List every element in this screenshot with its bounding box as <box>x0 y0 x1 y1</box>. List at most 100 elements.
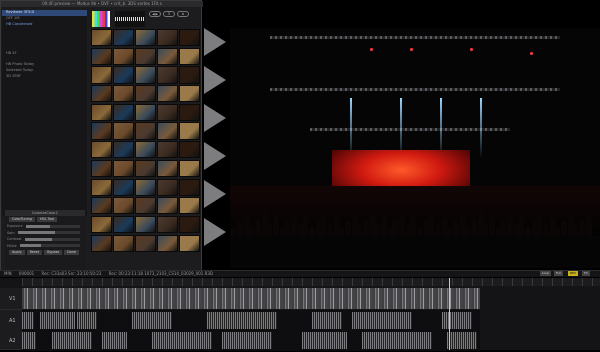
clip-thumbnail[interactable] <box>134 215 156 234</box>
clip-thumbnail[interactable] <box>178 215 200 234</box>
clip-thumbnail[interactable] <box>178 234 200 252</box>
clip-thumbnail[interactable] <box>91 122 112 140</box>
clip-thumbnail[interactable] <box>178 29 200 47</box>
audio-clip[interactable] <box>312 312 342 329</box>
done-button[interactable]: Done <box>64 249 80 255</box>
apply-button[interactable]: Apply <box>9 249 25 255</box>
track-header-a1[interactable]: A1 <box>0 310 22 332</box>
clip-thumbnail[interactable] <box>134 66 156 84</box>
clip-thumbnail[interactable] <box>112 159 134 178</box>
clip-thumbnail[interactable] <box>178 159 200 178</box>
clip-thumbnail[interactable] <box>91 178 112 196</box>
fx-button[interactable]: FX <box>582 271 590 276</box>
clip-thumbnail[interactable] <box>178 66 200 84</box>
playhead[interactable] <box>449 278 450 350</box>
full-button[interactable]: Full <box>554 271 564 276</box>
clip-thumbnail[interactable] <box>112 85 134 103</box>
clip-thumbnail[interactable] <box>112 178 134 196</box>
clip-thumbnail[interactable] <box>178 85 200 103</box>
clip-thumbnail[interactable] <box>156 197 178 215</box>
clip-thumbnail[interactable] <box>91 47 112 65</box>
audio-clip[interactable] <box>22 312 34 329</box>
timeline-ruler[interactable] <box>22 278 600 286</box>
clip-thumbnail[interactable] <box>134 103 156 122</box>
list-view-button[interactable]: ☰ <box>163 11 175 17</box>
clip-thumbnail[interactable] <box>134 47 156 65</box>
track-header-v1[interactable]: V1 <box>0 288 22 310</box>
video-track-v1[interactable] <box>22 288 480 309</box>
audio-track-a1[interactable] <box>22 310 480 331</box>
clip-thumbnail[interactable] <box>134 197 156 215</box>
clip-thumbnail[interactable] <box>112 122 134 140</box>
clip-thumbnail[interactable] <box>91 234 112 252</box>
audio-clip[interactable] <box>77 312 97 329</box>
clip-thumbnail[interactable] <box>134 141 156 159</box>
clip-thumbnail[interactable] <box>178 141 200 159</box>
clip-thumbnail[interactable] <box>91 29 112 47</box>
clip-thumbnail[interactable] <box>134 29 156 47</box>
timeline[interactable]: V1 A1 A2 <box>0 278 600 351</box>
clip-thumbnail[interactable] <box>134 178 156 196</box>
audio-clip[interactable] <box>207 312 277 329</box>
clip-thumbnail[interactable] <box>178 197 200 215</box>
control-slider[interactable] <box>19 244 80 248</box>
audio-clip[interactable] <box>362 332 432 349</box>
clip-thumbnail[interactable] <box>91 85 112 103</box>
audio-clip[interactable] <box>352 312 412 329</box>
clip-thumbnail[interactable] <box>91 215 112 234</box>
settings-icon[interactable]: ⚙ <box>177 11 189 17</box>
clip-thumbnail[interactable] <box>156 234 178 252</box>
clip-thumbnail[interactable] <box>91 103 112 122</box>
audio-clip[interactable] <box>52 332 92 349</box>
clip-thumbnail[interactable] <box>112 66 134 84</box>
clip-thumbnail[interactable] <box>156 29 178 47</box>
clip-thumbnail[interactable] <box>91 66 112 84</box>
nav-button[interactable]: ◀ ▶ <box>149 11 161 17</box>
audio-clip[interactable] <box>132 312 172 329</box>
clip-thumbnail[interactable] <box>178 122 200 140</box>
clip-thumbnail[interactable] <box>112 103 134 122</box>
video-viewer[interactable] <box>230 28 600 268</box>
clip-thumbnail[interactable] <box>178 103 200 122</box>
clip-thumbnail[interactable] <box>178 47 200 65</box>
audio-waveform-thumbnail[interactable] <box>115 11 145 27</box>
bypass-button[interactable]: Bypass <box>44 249 63 255</box>
clip-thumbnail[interactable] <box>156 85 178 103</box>
clip-thumbnail[interactable] <box>178 178 200 196</box>
clip-thumbnail[interactable] <box>134 122 156 140</box>
clip-thumbnail[interactable] <box>91 197 112 215</box>
loop-button[interactable]: Loop <box>540 271 552 276</box>
control-slider[interactable] <box>17 231 80 235</box>
clip-thumbnail[interactable] <box>134 234 156 252</box>
audio-clip[interactable] <box>222 332 272 349</box>
audio-clip[interactable] <box>152 332 212 349</box>
audio-clip[interactable] <box>22 332 36 349</box>
reset-button[interactable]: Reset <box>26 249 43 255</box>
control-slider[interactable] <box>24 237 80 241</box>
audio-clip[interactable] <box>447 332 477 349</box>
clip-thumbnail[interactable] <box>156 215 178 234</box>
clip-thumbnail[interactable] <box>112 141 134 159</box>
clip-thumbnail[interactable] <box>112 215 134 234</box>
clip-thumbnail[interactable] <box>156 122 178 140</box>
clip-thumbnail[interactable] <box>112 47 134 65</box>
clip-thumbnail[interactable] <box>156 66 178 84</box>
track-header-a2[interactable]: A2 <box>0 330 22 350</box>
clip-thumbnail[interactable] <box>91 141 112 159</box>
clip-thumbnail[interactable] <box>112 29 134 47</box>
tab-color-tuning[interactable]: ColorTuning <box>9 217 35 223</box>
clip-thumbnail[interactable] <box>112 234 134 252</box>
audio-clip[interactable] <box>442 312 472 329</box>
control-slider[interactable] <box>25 224 80 228</box>
tab-hsl-tool[interactable]: HSL Tool <box>36 217 58 223</box>
clip-thumbnail[interactable] <box>156 103 178 122</box>
rev-button[interactable]: REV <box>568 271 579 276</box>
clip-thumbnail[interactable] <box>91 159 112 178</box>
clip-thumbnail[interactable] <box>156 47 178 65</box>
audio-clip[interactable] <box>302 332 347 349</box>
audio-clip[interactable] <box>102 332 127 349</box>
audio-clip[interactable] <box>40 312 75 329</box>
color-bars-thumbnail[interactable] <box>92 11 110 27</box>
sidebar-item[interactable] <box>2 80 87 86</box>
clip-thumbnail[interactable] <box>156 178 178 196</box>
